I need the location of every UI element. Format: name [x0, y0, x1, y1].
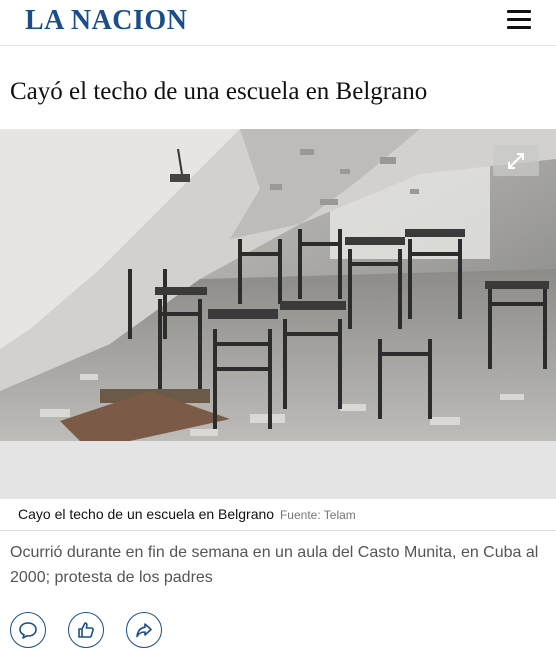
comment-button[interactable]	[10, 612, 46, 648]
hamburger-menu-icon[interactable]	[507, 10, 531, 30]
article-photo[interactable]	[0, 129, 556, 441]
photo-caption-bar: Cayo el techo de un escuela en Belgrano …	[0, 499, 556, 531]
like-button[interactable]	[68, 612, 104, 648]
photo-caption: Cayo el techo de un escuela en Belgrano …	[18, 506, 356, 522]
caption-source: Fuente: Telam	[279, 508, 356, 522]
site-logo[interactable]: LA NACION	[25, 5, 187, 37]
expand-icon[interactable]	[493, 145, 539, 176]
share-button[interactable]	[126, 612, 162, 648]
caption-text: Cayo el techo de un escuela en Belgrano	[18, 506, 275, 522]
article-media	[0, 129, 556, 499]
article-title: Cayó el techo de una escuela en Belgrano	[10, 78, 428, 105]
article-summary: Ocurrió durante en fin de semana en un a…	[10, 544, 539, 586]
site-header: LA NACION	[0, 0, 556, 46]
